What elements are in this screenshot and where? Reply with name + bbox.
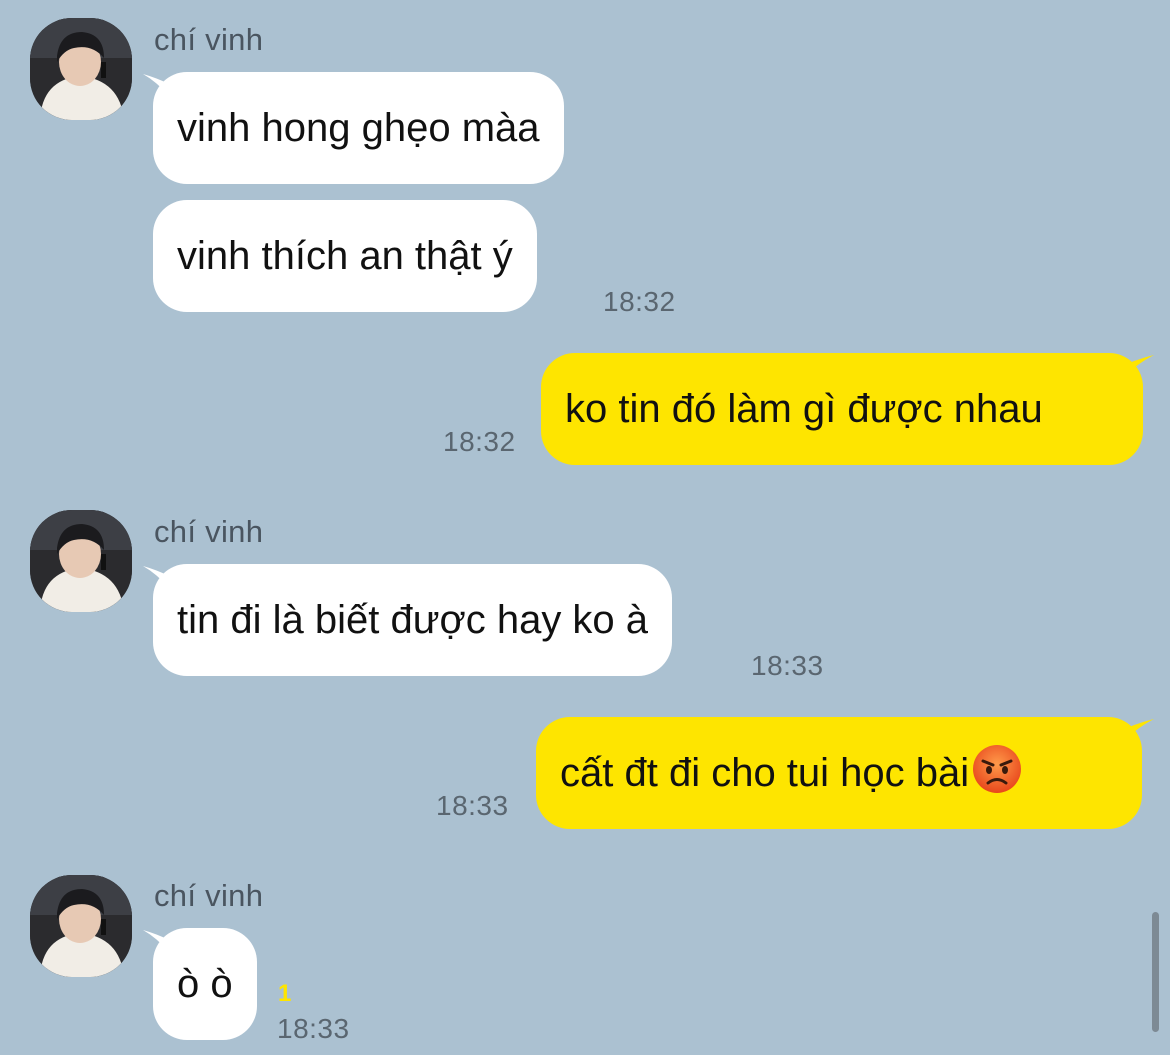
angry-face-emoji-icon bbox=[973, 745, 1022, 793]
message-text: ò ò bbox=[177, 962, 233, 1006]
bubble-tail bbox=[1124, 355, 1154, 377]
avatar-photo-icon bbox=[30, 510, 132, 612]
message-text: tin đi là biết được hay ko à bbox=[177, 598, 649, 642]
chat-view[interactable]: chí vinh vinh hong ghẹo màa vinh thích a… bbox=[0, 0, 1170, 1055]
unread-count: 1 bbox=[278, 980, 292, 1007]
message-time: 18:32 bbox=[443, 426, 516, 457]
contact-avatar[interactable] bbox=[30, 18, 132, 120]
message-bubble-outgoing[interactable]: ko tin đó làm gì được nhau bbox=[541, 353, 1143, 465]
contact-avatar[interactable] bbox=[30, 510, 132, 612]
message-time: 18:33 bbox=[751, 650, 824, 681]
avatar-photo-icon bbox=[30, 875, 132, 977]
message-bubble-incoming[interactable]: vinh hong ghẹo màa bbox=[153, 72, 564, 184]
avatar-photo-icon bbox=[30, 18, 132, 120]
message-text: vinh thích an thật ý bbox=[177, 234, 513, 278]
sender-name: chí vinh bbox=[154, 22, 264, 57]
contact-avatar[interactable] bbox=[30, 875, 132, 977]
bubble-tail bbox=[1124, 719, 1154, 741]
message-text: ko tin đó làm gì được nhau bbox=[565, 387, 1043, 431]
sender-name: chí vinh bbox=[154, 514, 264, 549]
message-time: 18:32 bbox=[603, 286, 676, 317]
message-bubble-outgoing[interactable]: cất đt đi cho tui học bài bbox=[536, 717, 1142, 829]
message-bubble-incoming[interactable]: tin đi là biết được hay ko à bbox=[153, 564, 673, 676]
sender-name: chí vinh bbox=[154, 878, 264, 913]
message-bubble-incoming[interactable]: vinh thích an thật ý bbox=[153, 200, 537, 312]
message-time: 18:33 bbox=[277, 1013, 350, 1044]
message-text: cất đt đi cho tui học bài bbox=[560, 751, 970, 795]
message-bubble-incoming[interactable]: ò ò bbox=[153, 928, 257, 1040]
scrollbar[interactable] bbox=[1152, 912, 1159, 1032]
message-time: 18:33 bbox=[436, 790, 509, 821]
message-text: vinh hong ghẹo màa bbox=[177, 106, 540, 150]
